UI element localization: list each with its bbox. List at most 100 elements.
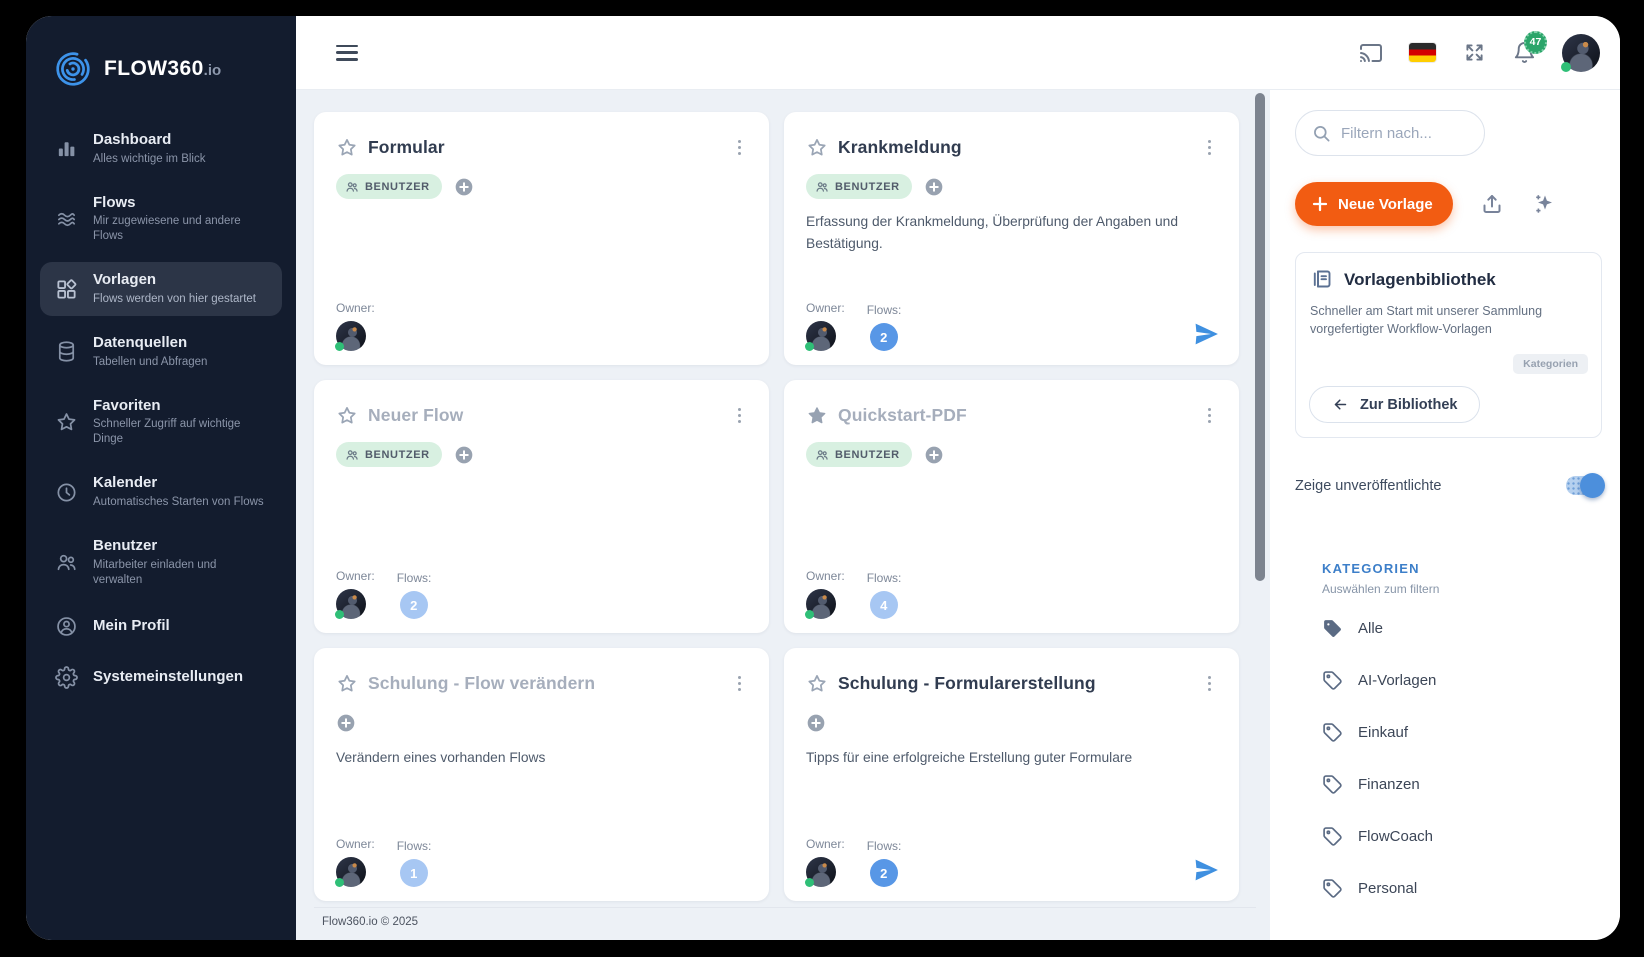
category-finanzen[interactable]: Finanzen xyxy=(1322,774,1602,795)
categories-section: KATEGORIEN Auswählen zum filtern Alle AI… xyxy=(1322,561,1602,899)
category-ai-vorlagen[interactable]: AI-Vorlagen xyxy=(1322,670,1602,691)
show-unpublished-label: Zeige unveröffentlichte xyxy=(1295,478,1441,494)
card-menu-button[interactable] xyxy=(1202,136,1217,159)
card-menu-button[interactable] xyxy=(1202,404,1217,427)
sidebar-item-benutzer[interactable]: BenutzerMitarbeiter einladen und verwalt… xyxy=(40,528,282,597)
kategorien-chip: Kategorien xyxy=(1513,354,1588,374)
brand-suffix: .io xyxy=(204,62,222,79)
sidebar-item-kalender[interactable]: KalenderAutomatisches Starten von Flows xyxy=(40,465,282,519)
vertical-scrollbar[interactable] xyxy=(1255,93,1265,581)
sidebar-nav: DashboardAlles wichtige im Blick FlowsMi… xyxy=(26,116,296,714)
send-flow-icon[interactable] xyxy=(1193,321,1219,347)
favorite-star-icon[interactable] xyxy=(806,137,828,159)
filter-search-field[interactable] xyxy=(1295,110,1485,156)
right-panel: Neue Vorlage Vorlagenbibliothek Schnelle… xyxy=(1270,90,1620,940)
sidebar-item-mein-profil[interactable]: Mein Profil xyxy=(40,606,282,648)
owner-avatar[interactable] xyxy=(336,857,366,887)
benutzer-badge: BENUTZER xyxy=(336,174,442,199)
favorite-star-icon-filled[interactable] xyxy=(806,405,828,427)
favorite-star-icon[interactable] xyxy=(336,137,358,159)
app-window: FLOW360.io DashboardAlles wichtige im Bl… xyxy=(26,16,1620,940)
app-stage: FLOW360.io DashboardAlles wichtige im Bl… xyxy=(0,0,1644,957)
copyright-footer: Flow360.io © 2025 xyxy=(314,907,1256,940)
user-avatar[interactable] xyxy=(1562,34,1600,72)
database-icon xyxy=(54,340,78,364)
templates-grid-icon xyxy=(54,277,78,301)
add-tag-button[interactable] xyxy=(454,177,474,197)
card-description: Verändern eines vorhanden Flows xyxy=(336,747,736,768)
card-schulung-formularerstellung[interactable]: Schulung - Formularerstellung Tipps für … xyxy=(784,648,1239,901)
card-description: Tipps für eine erfolgreiche Erstellung g… xyxy=(806,747,1206,768)
upload-template-icon[interactable] xyxy=(1479,191,1505,217)
owner-avatar[interactable] xyxy=(806,857,836,887)
flows-label: Flows: xyxy=(867,303,902,317)
library-title: Vorlagenbibliothek xyxy=(1344,270,1496,290)
card-menu-button[interactable] xyxy=(1202,672,1217,695)
card-formular[interactable]: Formular BENUTZER Owner: xyxy=(314,112,769,365)
add-tag-button[interactable] xyxy=(806,713,826,733)
card-menu-button[interactable] xyxy=(732,136,747,159)
tag-icon xyxy=(1322,670,1343,691)
sidebar-item-dashboard[interactable]: DashboardAlles wichtige im Blick xyxy=(40,122,282,176)
card-krankmeldung[interactable]: Krankmeldung BENUTZER Erfassung der Kran… xyxy=(784,112,1239,365)
card-quickstart-pdf[interactable]: Quickstart-PDF BENUTZER Owner: xyxy=(784,380,1239,633)
categories-subheading: Auswählen zum filtern xyxy=(1322,582,1602,596)
fullscreen-icon[interactable] xyxy=(1462,41,1486,65)
show-unpublished-toggle[interactable] xyxy=(1566,476,1602,495)
add-tag-button[interactable] xyxy=(336,713,356,733)
category-flowcoach[interactable]: FlowCoach xyxy=(1322,826,1602,847)
favorite-star-icon[interactable] xyxy=(806,673,828,695)
sidebar-item-favoriten[interactable]: FavoritenSchneller Zugriff auf wichtige … xyxy=(40,388,282,457)
sidebar-item-flows[interactable]: FlowsMir zugewiesene und andere Flows xyxy=(40,185,282,254)
flows-label: Flows: xyxy=(867,839,902,853)
search-input[interactable] xyxy=(1341,125,1461,142)
flows-count-badge: 4 xyxy=(870,591,898,619)
categories-list: Alle AI-Vorlagen Einkauf xyxy=(1322,618,1602,899)
tag-icon xyxy=(1322,774,1343,795)
sidebar-item-systemeinstellungen[interactable]: Systemeinstellungen xyxy=(40,657,282,699)
favorite-star-icon[interactable] xyxy=(336,405,358,427)
card-title: Schulung - Flow verändern xyxy=(368,673,595,694)
card-menu-button[interactable] xyxy=(732,404,747,427)
card-schulung-flow-veraendern[interactable]: Schulung - Flow verändern Verändern eine… xyxy=(314,648,769,901)
owner-avatar[interactable] xyxy=(806,321,836,351)
category-alle[interactable]: Alle xyxy=(1322,618,1602,639)
language-flag-german[interactable] xyxy=(1409,43,1436,62)
menu-toggle-button[interactable] xyxy=(336,45,358,61)
search-icon xyxy=(1312,124,1331,143)
add-tag-button[interactable] xyxy=(924,177,944,197)
templates-area: Formular BENUTZER Owner: xyxy=(296,90,1270,940)
sidebar-item-datenquellen[interactable]: DatenquellenTabellen und Abfragen xyxy=(40,325,282,379)
ai-sparkles-icon[interactable] xyxy=(1531,191,1557,217)
brand-name: FLOW360 xyxy=(104,57,204,80)
flows-label: Flows: xyxy=(397,839,432,853)
owner-avatar[interactable] xyxy=(336,589,366,619)
card-title: Krankmeldung xyxy=(838,137,962,158)
tag-icon xyxy=(1322,878,1343,899)
card-neuer-flow[interactable]: Neuer Flow BENUTZER Owner: xyxy=(314,380,769,633)
benutzer-badge: BENUTZER xyxy=(806,174,912,199)
owner-avatar[interactable] xyxy=(806,589,836,619)
bar-chart-icon xyxy=(54,137,78,161)
new-template-button[interactable]: Neue Vorlage xyxy=(1295,182,1453,226)
to-library-button[interactable]: Zur Bibliothek xyxy=(1309,386,1480,423)
brand-logo[interactable]: FLOW360.io xyxy=(26,16,296,116)
benutzer-badge: BENUTZER xyxy=(336,442,442,467)
flows-count-badge: 2 xyxy=(870,323,898,351)
owner-label: Owner: xyxy=(336,837,375,851)
notifications-bell-icon[interactable]: 47 xyxy=(1512,41,1536,65)
tag-icon xyxy=(1322,722,1343,743)
clock-icon xyxy=(54,480,78,504)
category-einkauf[interactable]: Einkauf xyxy=(1322,722,1602,743)
add-tag-button[interactable] xyxy=(924,445,944,465)
card-menu-button[interactable] xyxy=(732,672,747,695)
owner-avatar[interactable] xyxy=(336,321,366,351)
category-personal[interactable]: Personal xyxy=(1322,878,1602,899)
card-title: Quickstart-PDF xyxy=(838,405,967,426)
sidebar-item-vorlagen[interactable]: VorlagenFlows werden von hier gestartet xyxy=(40,262,282,316)
star-icon xyxy=(54,410,78,434)
add-tag-button[interactable] xyxy=(454,445,474,465)
screen-cast-icon[interactable] xyxy=(1359,41,1383,65)
favorite-star-icon[interactable] xyxy=(336,673,358,695)
send-flow-icon[interactable] xyxy=(1193,857,1219,883)
